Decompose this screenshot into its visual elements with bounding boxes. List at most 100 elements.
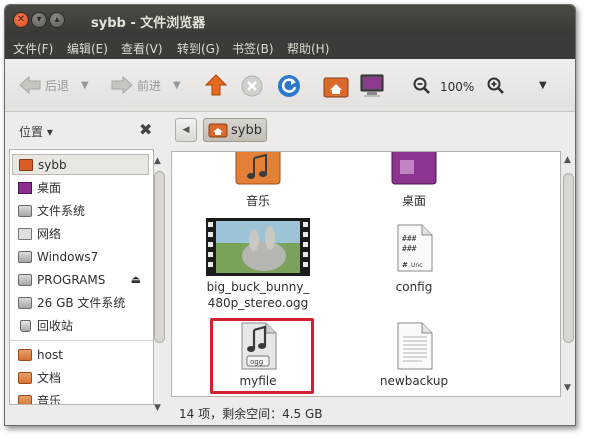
menu-edit[interactable]: 编辑(E) [67,40,108,57]
forward-label: 前进 [137,78,162,93]
up-arrow-icon [205,74,227,96]
toolbar-overflow-dropdown-icon[interactable]: ▼ [539,80,547,91]
close-window-icon[interactable]: ✕ [13,12,29,28]
sidebar-item-music[interactable]: 音乐 [12,390,149,405]
menu-file[interactable]: 文件(F) [13,40,53,57]
close-sidebar-icon[interactable]: ✖ [139,120,152,139]
forward-button[interactable]: 前进 ▼ [111,76,181,94]
sidebar-item-host[interactable]: host [12,344,149,365]
text-file-icon [397,322,433,370]
file-item-big-buck-bunny[interactable]: big_buck_bunny_ 480p_stereo.ogg [188,216,328,312]
minimize-window-icon[interactable]: ▾ [31,12,47,28]
up-button[interactable] [205,73,227,97]
scroll-up-icon[interactable]: ▲ [564,155,571,165]
file-name: 桌面 [401,194,426,208]
menu-bookmarks[interactable]: 书签(B) [232,40,274,57]
menu-help[interactable]: 帮助(H) [287,40,329,57]
sidebar-item-label: 回收站 [37,319,74,333]
zoom-in-icon [487,77,504,94]
sidebar-item-label: PROGRAMS [37,272,106,287]
svg-text:#: # [402,261,408,269]
path-scroll-left-icon[interactable]: ◀ [175,118,197,142]
file-item-music[interactable]: 音乐 [188,152,328,214]
zoom-out-button[interactable] [413,77,431,95]
title-bar[interactable]: ✕ ▾ ▴ sybb - 文件浏览器 [5,5,575,35]
zoom-in-button[interactable] [487,77,505,95]
home-folder-icon [323,77,349,98]
sidebar-divider [10,340,153,341]
back-label: 后退 [45,78,70,93]
home-folder-icon [19,158,33,171]
sidebar-item-label: 桌面 [37,181,62,195]
sidebar-item-programs[interactable]: PROGRAMS ⏏ [12,269,149,290]
music-folder-icon [235,152,281,185]
file-item-newbackup[interactable]: newbackup [344,316,484,396]
svg-text:###: ### [402,234,417,243]
window-title: sybb - 文件浏览器 [91,16,206,31]
menu-view[interactable]: 查看(V) [121,40,163,57]
svg-text:Unc: Unc [411,262,423,269]
sidebar-item-sybb[interactable]: sybb [12,154,149,175]
desktop-icon [18,181,32,194]
home-button[interactable] [323,74,349,98]
file-name: newbackup [379,374,449,388]
file-view[interactable]: 音乐 桌面 big_buck_bunny_ 480p_stereo.ogg ##… [171,151,561,397]
eject-icon[interactable]: ⏏ [131,273,141,286]
toolbar: 后退 ▼ 前进 ▼ 100% ▼ [5,59,575,112]
sidebar-item-label: Windows7 [37,249,99,264]
zoom-level[interactable]: 100% [440,80,474,94]
sidebar-item-documents[interactable]: 文档 [12,367,149,388]
file-item-config[interactable]: ### ### # Unc config [344,216,484,298]
reload-button[interactable] [277,74,301,98]
sidebar-item-label: sybb [38,157,67,172]
sidebar-scroll-up-icon[interactable]: ▲ [154,156,161,166]
sidebar-item-label: 网络 [37,227,62,241]
home-folder-icon [208,123,228,138]
sidebar-item-label: 音乐 [37,394,62,405]
maximize-window-icon[interactable]: ▴ [49,12,65,28]
sidebar-item-label: host [37,347,63,362]
forward-arrow-icon [111,76,133,94]
drive-icon [18,250,32,263]
stop-icon [241,75,263,97]
folder-icon [18,371,32,384]
file-name: big_buck_bunny_ [206,280,310,294]
stop-button[interactable] [241,75,263,97]
sidebar: sybb 桌面 文件系统 网络 Windows7 PROGRAMS ⏏ 26 G… [9,149,154,405]
path-button-sybb[interactable]: sybb [203,118,267,142]
menu-go[interactable]: 转到(G) [177,40,220,57]
folder-icon [18,394,32,404]
folder-icon [18,348,32,361]
reload-icon [278,75,300,97]
status-bar-text: 14 项，剩余空间：4.5 GB [179,407,323,421]
computer-icon [360,74,384,97]
sidebar-item-trash[interactable]: 回收站 [12,315,149,336]
computer-button[interactable] [359,73,385,99]
sidebar-scroll-down-icon[interactable]: ▼ [154,403,161,413]
file-view-scrollbar[interactable]: ▲ ▼ [563,151,574,397]
sidebar-item-label: 文档 [37,371,62,385]
forward-history-dropdown-icon[interactable]: ▼ [173,80,181,91]
path-label: sybb [231,122,262,138]
file-name: config [395,280,433,294]
sidebar-item-network[interactable]: 网络 [12,223,149,244]
sidebar-places-dropdown[interactable]: 位置 ▾ [19,123,53,140]
svg-text:###: ### [402,244,417,253]
sidebar-scrollbar[interactable] [154,171,165,343]
menu-bar: 文件(F) 编辑(E) 查看(V) 转到(G) 书签(B) 帮助(H) [5,35,575,59]
drive-icon [18,273,32,286]
file-item-desktop[interactable]: 桌面 [344,152,484,214]
sidebar-item-windows7[interactable]: Windows7 [12,246,149,267]
scroll-down-icon[interactable]: ▼ [564,383,571,393]
back-history-dropdown-icon[interactable]: ▼ [81,80,89,91]
sidebar-item-26gb-filesystem[interactable]: 26 GB 文件系统 [12,292,149,313]
network-icon [18,227,32,240]
drive-icon [18,296,32,309]
sidebar-item-filesystem[interactable]: 文件系统 [12,200,149,221]
scrollbar-thumb[interactable] [563,173,574,343]
sidebar-item-label: 26 GB 文件系统 [37,296,126,310]
back-button[interactable]: 后退 ▼ [19,76,89,94]
sidebar-item-desktop[interactable]: 桌面 [12,177,149,198]
drive-icon [18,204,32,217]
trash-icon [20,319,31,332]
